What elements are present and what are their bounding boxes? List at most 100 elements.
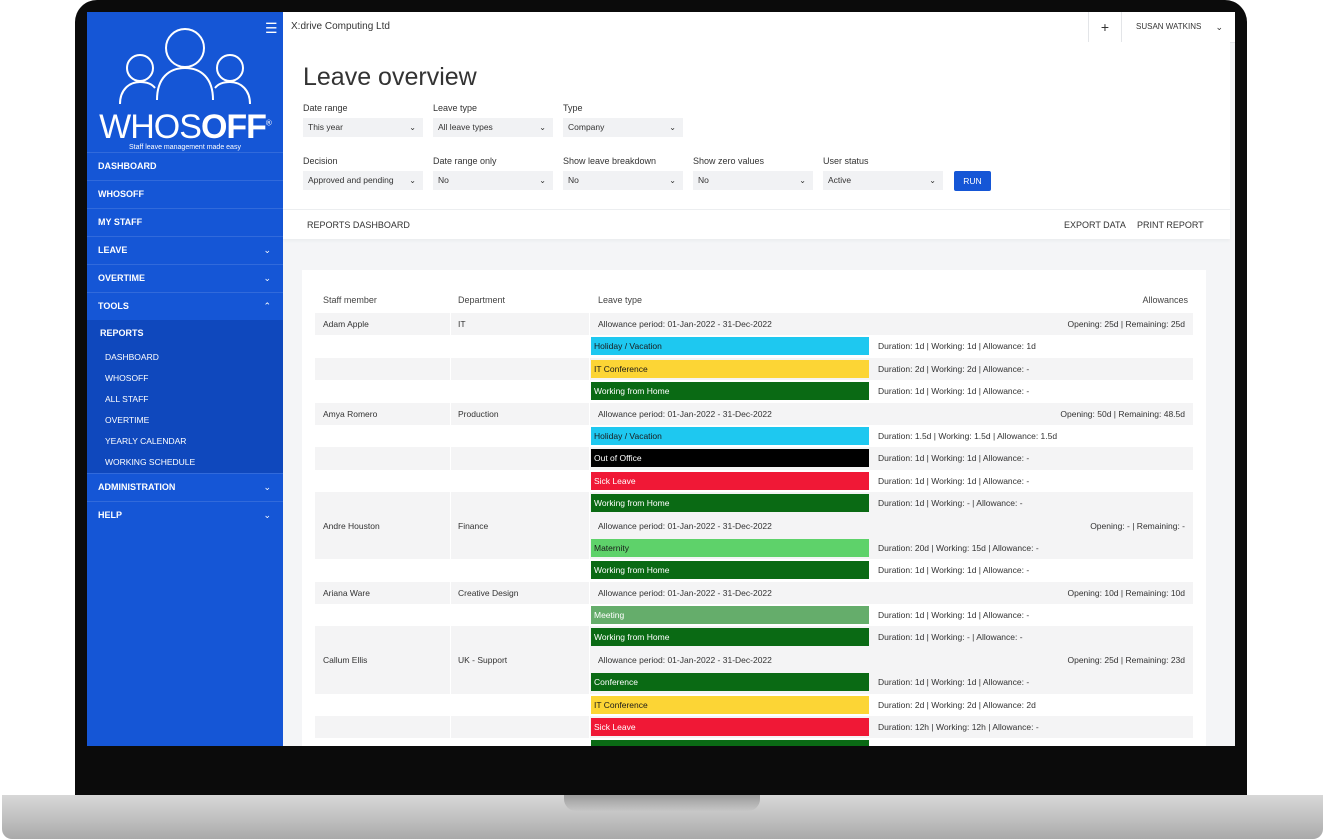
column-divider	[450, 380, 451, 403]
department-name: UK - Support	[458, 654, 508, 665]
column-divider	[450, 716, 451, 739]
column-divider	[450, 424, 451, 448]
leave-duration: Duration: 1d | Working: 1d | Allowance: …	[878, 475, 1030, 486]
print-report-link[interactable]: PRINT REPORT	[1137, 220, 1204, 230]
allowance-summary: Opening: 25d | Remaining: 23d	[1067, 654, 1185, 665]
sidebar-item-my-staff[interactable]: MY STAFF	[87, 208, 283, 236]
leave-row[interactable]: Sick Leave Duration: 12h | Working: 12h |…	[315, 716, 1193, 739]
column-divider	[589, 604, 590, 627]
column-divider	[589, 738, 590, 746]
column-divider	[589, 559, 590, 582]
leave-duration: Duration: 1d | Working: - | Allowance: -	[878, 632, 1023, 643]
column-divider	[589, 671, 590, 694]
leave-duration: Duration: 1d | Working: - | Allowance: -	[878, 498, 1023, 509]
column-divider	[450, 357, 451, 381]
column-divider	[450, 604, 451, 627]
page-title: Leave overview	[303, 63, 477, 91]
leave-row[interactable]: Working from Home Duration: 1d | Working:…	[315, 626, 1193, 649]
column-divider	[450, 447, 451, 470]
leave-report-table: Staff member Department Leave type Allow…	[302, 270, 1206, 746]
leave-row[interactable]: Meeting Duration: 1d | Working: 1d | Allo…	[315, 604, 1193, 627]
submenu-item-overtime[interactable]: OVERTIME	[87, 410, 283, 431]
sidebar-item-tools[interactable]: TOOLS ⌃	[87, 292, 283, 320]
staff-row[interactable]: Callum Ellis UK - Support Allowance period…	[315, 648, 1193, 672]
app-screen: ☰ WHOSOFF® Staff leave management made e…	[87, 12, 1235, 746]
submenu-item-yearly-calendar[interactable]: YEARLY CALENDAR	[87, 431, 283, 452]
column-divider	[589, 469, 590, 493]
column-divider	[589, 313, 590, 336]
sidebar-item-whosoff[interactable]: WHOSOFF	[87, 180, 283, 208]
column-divider	[589, 447, 590, 470]
column-divider	[589, 514, 590, 537]
column-header-leave-type: Leave type	[598, 295, 643, 305]
people-logo-icon	[119, 28, 251, 105]
column-divider	[589, 648, 590, 672]
leave-type-badge: IT Conference	[591, 359, 869, 378]
show-zero-select[interactable]: No ⌄	[693, 171, 813, 190]
decision-select[interactable]: Approved and pending ⌄	[303, 171, 423, 190]
leave-row[interactable]: Holiday / Vacation Duration: 1.5d | Worki…	[315, 424, 1193, 448]
leave-row[interactable]: Out of Office Duration: 1d | Working: 1d …	[315, 447, 1193, 470]
leave-type-badge: Out of Office	[591, 449, 869, 468]
filter-label: Decision	[303, 156, 338, 166]
allowance-summary: Opening: 10d | Remaining: 10d	[1067, 587, 1185, 598]
type-select[interactable]: Company ⌄	[563, 118, 683, 137]
leave-row[interactable]: Holiday / Vacation Duration: 1d | Working…	[315, 335, 1193, 358]
leave-type-select[interactable]: All leave types ⌄	[433, 118, 553, 137]
leave-row[interactable]: Working from Home Duration: 1d | Working:…	[315, 380, 1193, 403]
staff-row[interactable]: Amya Romero Production Allowance period: 0…	[315, 402, 1193, 425]
filter-label: Date range only	[433, 156, 497, 166]
run-button[interactable]: RUN	[954, 171, 991, 191]
leave-row[interactable]: Conference Duration: 1d | Working: 1d | A…	[315, 671, 1193, 694]
leave-row[interactable]: Sick Leave Duration: 1d | Working: 1d | A…	[315, 469, 1193, 493]
sidebar-item-dashboard[interactable]: DASHBOARD	[87, 152, 283, 180]
submenu-item-working-schedule[interactable]: WORKING SCHEDULE	[87, 452, 283, 473]
submenu-item-whosoff[interactable]: WHOSOFF	[87, 368, 283, 389]
user-menu-button[interactable]: SUSAN WATKINS ⌄	[1121, 12, 1235, 42]
table-body: Adam Apple IT Allowance period: 01-Jan-202…	[315, 313, 1193, 746]
add-button[interactable]: +	[1088, 12, 1121, 42]
whosoff-logo[interactable]: WHOSOFF® Staff leave management made eas…	[87, 28, 283, 152]
submenu-item-dashboard[interactable]: DASHBOARD	[87, 347, 283, 368]
leave-type-badge: Meeting	[591, 606, 869, 625]
column-divider	[589, 492, 590, 515]
staff-row[interactable]: Adam Apple IT Allowance period: 01-Jan-202…	[315, 313, 1193, 336]
filter-label: Date range	[303, 103, 348, 113]
staff-row[interactable]: Andre Houston Finance Allowance period: 01…	[315, 514, 1193, 537]
show-breakdown-select[interactable]: No ⌄	[563, 171, 683, 190]
date-range-only-select[interactable]: No ⌄	[433, 171, 553, 190]
column-divider	[589, 357, 590, 381]
department-name: IT	[458, 319, 466, 329]
leave-row[interactable]: Working from Home Duration: 1d | Working:…	[315, 492, 1193, 515]
reports-dashboard-link[interactable]: REPORTS DASHBOARD	[307, 220, 410, 230]
chevron-down-icon: ⌄	[799, 176, 806, 185]
date-range-select[interactable]: This year ⌄	[303, 118, 423, 137]
filter-decision: Decision Approved and pending ⌄	[303, 156, 423, 190]
filter-label: Show leave breakdown	[563, 156, 657, 166]
column-divider	[450, 402, 451, 425]
export-data-link[interactable]: EXPORT DATA	[1064, 220, 1126, 230]
column-divider	[589, 626, 590, 649]
submenu-item-all-staff[interactable]: ALL STAFF	[87, 389, 283, 410]
sidebar-item-help[interactable]: HELP ⌄	[87, 501, 283, 529]
staff-row[interactable]: Ariana Ware Creative Design Allowance peri…	[315, 581, 1193, 605]
column-divider	[450, 626, 451, 649]
sidebar-item-overtime[interactable]: OVERTIME ⌄	[87, 264, 283, 292]
staff-name: Ariana Ware	[323, 587, 370, 598]
submenu-reports[interactable]: REPORTS	[87, 320, 283, 347]
leave-row[interactable]: Maternity Duration: 20d | Working: 15d | …	[315, 536, 1193, 560]
leave-row[interactable]: IT Conference Duration: 2d | Working: 2d …	[315, 357, 1193, 381]
sidebar-item-leave[interactable]: LEAVE ⌄	[87, 236, 283, 264]
filter-label: Leave type	[433, 103, 478, 113]
chevron-down-icon: ⌄	[263, 245, 271, 255]
filter-user-status: User status Active ⌄	[823, 156, 943, 190]
leave-row[interactable]: IT Conference Duration: 2d | Working: 2d …	[315, 693, 1193, 717]
column-header-staff: Staff member	[323, 295, 377, 305]
allowance-summary: Opening: 25d | Remaining: 25d	[1067, 319, 1185, 329]
leave-type-badge: IT Conference	[591, 695, 869, 714]
leave-row[interactable]: Working from Home Duration: 1d | Working:…	[315, 738, 1193, 746]
user-status-select[interactable]: Active ⌄	[823, 171, 943, 190]
leave-row[interactable]: Working from Home Duration: 1d | Working:…	[315, 559, 1193, 582]
sidebar-item-administration[interactable]: ADMINISTRATION ⌄	[87, 473, 283, 501]
reports-submenu: REPORTS DASHBOARD WHOSOFF ALL STAFF OVER…	[87, 320, 283, 473]
